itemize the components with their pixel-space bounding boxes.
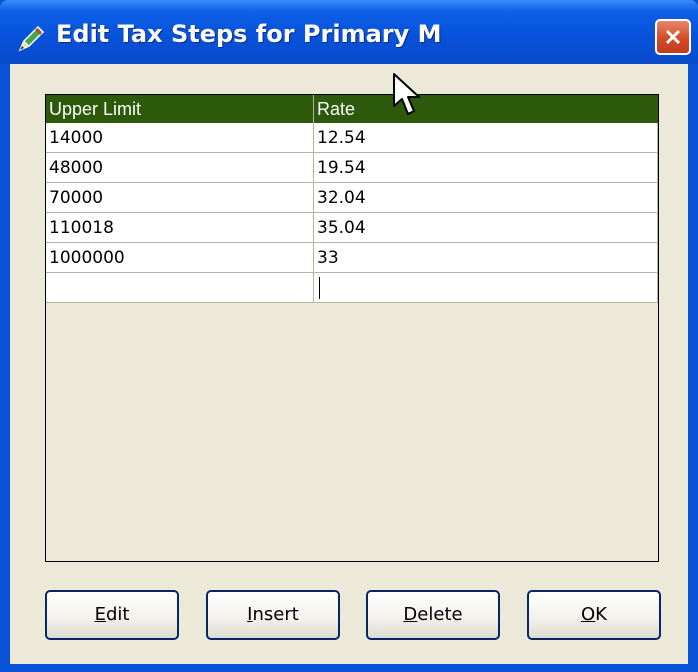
table-row[interactable]: 48000 19.54 (46, 153, 658, 183)
rate-cell[interactable]: 12.54 (314, 123, 658, 153)
text-caret (319, 277, 320, 299)
upper-limit-cell[interactable]: 1000000 (46, 243, 314, 273)
rate-cell[interactable]: 33 (314, 243, 658, 273)
rate-cell[interactable]: 19.54 (314, 153, 658, 183)
dialog-window: Edit Tax Steps for Primary M Upper Limit… (0, 0, 698, 672)
ok-mnemonic: O (581, 604, 596, 625)
close-button[interactable] (655, 19, 691, 55)
upper-limit-cell[interactable] (46, 273, 314, 303)
upper-limit-cell[interactable]: 48000 (46, 153, 314, 183)
table-row[interactable]: 110018 35.04 (46, 213, 658, 243)
ok-button[interactable]: OK (527, 590, 661, 640)
edit-label-rest: dit (105, 604, 130, 625)
table-row[interactable]: 14000 12.54 (46, 123, 658, 153)
rate-cell[interactable]: 32.04 (314, 183, 658, 213)
pencil-icon (18, 25, 45, 52)
column-header-rate[interactable]: Rate (314, 95, 658, 123)
column-header-upper-limit[interactable]: Upper Limit (46, 95, 314, 123)
rate-cell-editing[interactable] (314, 273, 658, 303)
delete-mnemonic: D (403, 604, 418, 625)
title-bar[interactable]: Edit Tax Steps for Primary M (0, 0, 698, 64)
window-title: Edit Tax Steps for Primary M (56, 20, 442, 48)
table-row[interactable]: 1000000 33 (46, 243, 658, 273)
rate-cell[interactable]: 35.04 (314, 213, 658, 243)
grid-header-row: Upper Limit Rate (46, 95, 658, 123)
upper-limit-cell[interactable]: 14000 (46, 123, 314, 153)
insert-label-rest: nsert (252, 604, 299, 625)
insert-button[interactable]: Insert (206, 590, 340, 640)
delete-button[interactable]: Delete (366, 590, 500, 640)
ok-label-rest: K (595, 604, 607, 625)
edit-mnemonic: E (94, 604, 106, 625)
edit-button[interactable]: Edit (45, 590, 179, 640)
upper-limit-cell[interactable]: 70000 (46, 183, 314, 213)
upper-limit-cell[interactable]: 110018 (46, 213, 314, 243)
mouse-pointer-icon (393, 73, 420, 115)
delete-label-rest: elete (417, 604, 463, 625)
new-entry-row[interactable] (46, 273, 658, 303)
table-row[interactable]: 70000 32.04 (46, 183, 658, 213)
dialog-client-area: Upper Limit Rate 14000 12.54 48000 19.54… (10, 64, 688, 664)
close-icon (665, 29, 681, 45)
tax-steps-grid[interactable]: Upper Limit Rate 14000 12.54 48000 19.54… (45, 94, 659, 562)
